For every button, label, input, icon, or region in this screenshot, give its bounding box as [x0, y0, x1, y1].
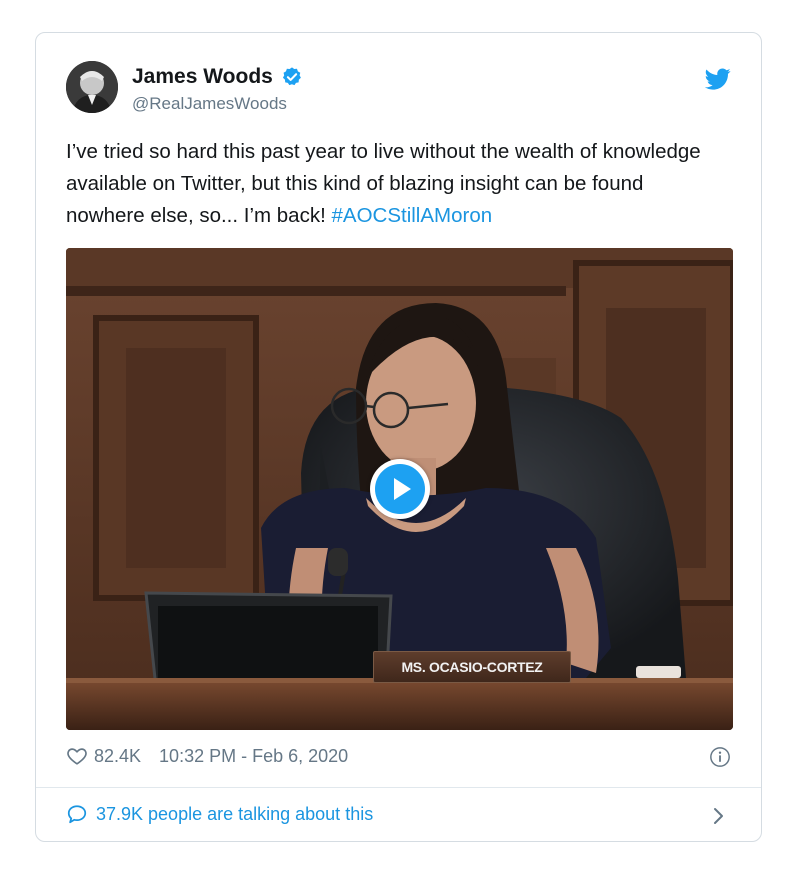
heart-icon[interactable]: [66, 745, 88, 767]
comment-bubble-icon: [67, 805, 87, 824]
like-count[interactable]: 82.4K: [94, 746, 141, 767]
tweet-text: I’ve tried so hard this past year to liv…: [66, 136, 726, 232]
conversation-link[interactable]: 37.9K people are talking about this: [66, 803, 373, 825]
tweet-timestamp[interactable]: 10:32 PM - Feb 6, 2020: [159, 746, 348, 767]
video-player[interactable]: MS. OCASIO-CORTEZ: [66, 248, 733, 730]
twitter-bird-icon[interactable]: [705, 66, 731, 92]
author-name[interactable]: James Woods: [132, 65, 273, 89]
play-icon: [375, 464, 425, 514]
verified-badge-icon: [282, 67, 301, 86]
author-avatar[interactable]: [66, 61, 118, 113]
tweet-card[interactable]: James Woods @RealJamesWoods I’ve tried s…: [35, 32, 762, 842]
nameplate: MS. OCASIO-CORTEZ: [373, 651, 571, 683]
chevron-right-icon[interactable]: [711, 805, 727, 827]
info-icon[interactable]: [709, 746, 731, 768]
author-handle[interactable]: @RealJamesWoods: [132, 94, 287, 114]
hashtag-link[interactable]: #AOCStillAMoron: [332, 204, 493, 227]
talking-count-text[interactable]: 37.9K people are talking about this: [96, 804, 373, 825]
play-button[interactable]: [370, 459, 430, 519]
divider: [36, 787, 761, 788]
